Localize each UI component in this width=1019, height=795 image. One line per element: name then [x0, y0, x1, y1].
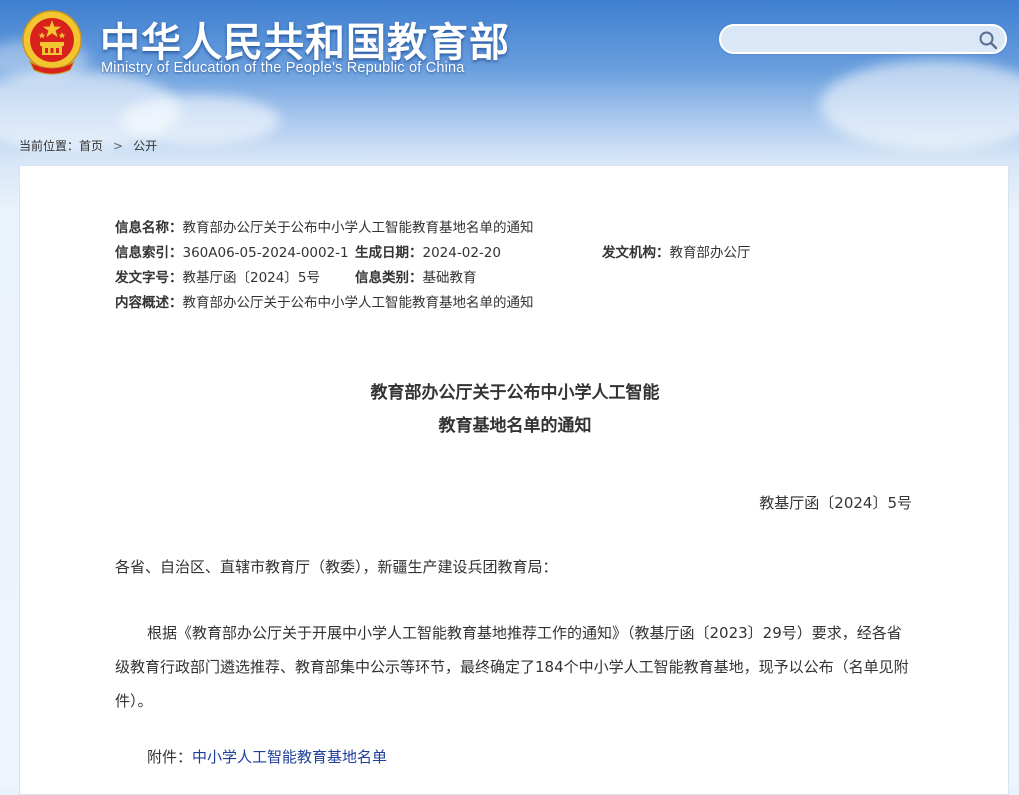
site-subtitle: Ministry of Education of the People's Re… [101, 60, 465, 76]
meta-row-index: 信息索引：360A06-05-2024-0002-1 生成日期：2024-02-… [115, 243, 815, 263]
content-panel: 信息名称：教育部办公厅关于公布中小学人工智能教育基地名单的通知 信息索引：360… [19, 165, 1009, 795]
document-title-line-2: 教育基地名单的通知 [438, 416, 592, 436]
meta-value-date: 2024-02-20 [422, 245, 501, 261]
meta-value-org: 教育部办公厅 [669, 245, 751, 261]
document-title-line-1: 教育部办公厅关于公布中小学人工智能 [370, 383, 660, 403]
meta-value-index: 360A06-05-2024-0002-1 [182, 245, 349, 261]
document-body-paragraph: 根据《教育部办公厅关于开展中小学人工智能教育基地推荐工作的通知》（教基厅函〔20… [115, 624, 909, 710]
breadcrumb: 当前位置：首页 > 公开 [19, 137, 157, 154]
document-salutation: 各省、自治区、直辖市教育厅（教委），新疆生产建设兵团教育局： [115, 558, 558, 576]
meta-label-name: 信息名称： [115, 220, 183, 236]
search-box [719, 24, 1007, 54]
meta-value-category: 基础教育 [422, 270, 477, 286]
meta-label-index: 信息索引： [115, 245, 183, 261]
document-number: 教基厅函〔2024〕5号 [759, 494, 912, 512]
meta-label-category: 信息类别： [355, 270, 423, 286]
attachment-link[interactable]: 中小学人工智能教育基地名单 [192, 748, 387, 766]
meta-label-org: 发文机构： [602, 245, 670, 261]
search-input[interactable] [731, 29, 985, 51]
breadcrumb-prefix: 当前位置： [19, 139, 80, 153]
meta-label-date: 生成日期： [355, 245, 423, 261]
meta-row-docno: 发文字号：教基厅函〔2024〕5号 信息类别：基础教育 [115, 268, 615, 288]
breadcrumb-separator: > [113, 139, 124, 153]
breadcrumb-home-link[interactable]: 首页 [79, 139, 103, 153]
attachment-label: 附件： [147, 748, 193, 766]
site-header: 中华人民共和国教育部 Ministry of Education of the … [0, 0, 1019, 125]
meta-row-summary: 内容概述：教育部办公厅关于公布中小学人工智能教育基地名单的通知 [115, 293, 534, 313]
national-emblem-icon[interactable] [20, 8, 84, 78]
meta-value-summary: 教育部办公厅关于公布中小学人工智能教育基地名单的通知 [182, 295, 534, 311]
meta-value-name: 教育部办公厅关于公布中小学人工智能教育基地名单的通知 [182, 220, 534, 236]
meta-row-name: 信息名称：教育部办公厅关于公布中小学人工智能教育基地名单的通知 [115, 218, 534, 238]
breadcrumb-current-link[interactable]: 公开 [133, 139, 157, 153]
search-icon[interactable] [977, 29, 999, 51]
meta-label-summary: 内容概述： [115, 295, 183, 311]
meta-value-docno: 教基厅函〔2024〕5号 [182, 270, 320, 286]
attachment-line: 附件：中小学人工智能教育基地名单 [147, 746, 387, 767]
meta-label-docno: 发文字号： [115, 270, 183, 286]
